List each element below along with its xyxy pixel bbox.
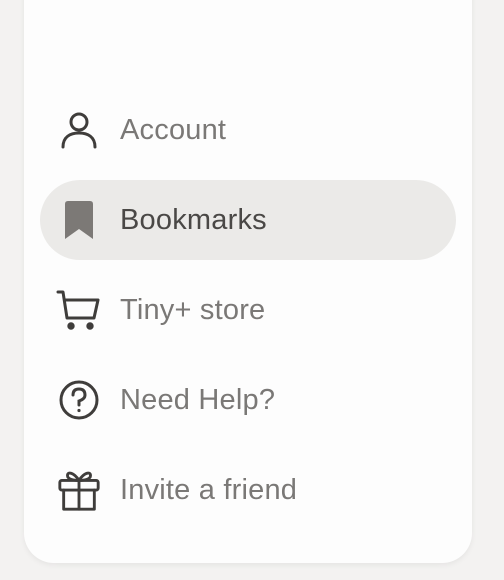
menu-item-help[interactable]: Need Help?: [40, 360, 456, 440]
menu-item-label: Tiny+ store: [120, 293, 266, 326]
menu-item-label: Bookmarks: [120, 203, 267, 236]
menu-item-label: Need Help?: [120, 383, 276, 416]
gift-icon: [56, 467, 102, 513]
help-circle-icon: [56, 377, 102, 423]
menu-item-label: Invite a friend: [120, 473, 298, 506]
menu-item-account[interactable]: Account: [40, 90, 456, 170]
menu-item-bookmarks[interactable]: Bookmarks: [40, 180, 456, 260]
user-icon: [56, 107, 102, 153]
side-menu: Account Bookmarks Tiny+ store Need Help?…: [40, 90, 456, 540]
cart-icon: [56, 287, 102, 333]
menu-item-invite[interactable]: Invite a friend: [40, 450, 456, 530]
menu-item-store[interactable]: Tiny+ store: [40, 270, 456, 350]
menu-item-label: Account: [120, 113, 227, 146]
bookmark-icon: [56, 197, 102, 243]
